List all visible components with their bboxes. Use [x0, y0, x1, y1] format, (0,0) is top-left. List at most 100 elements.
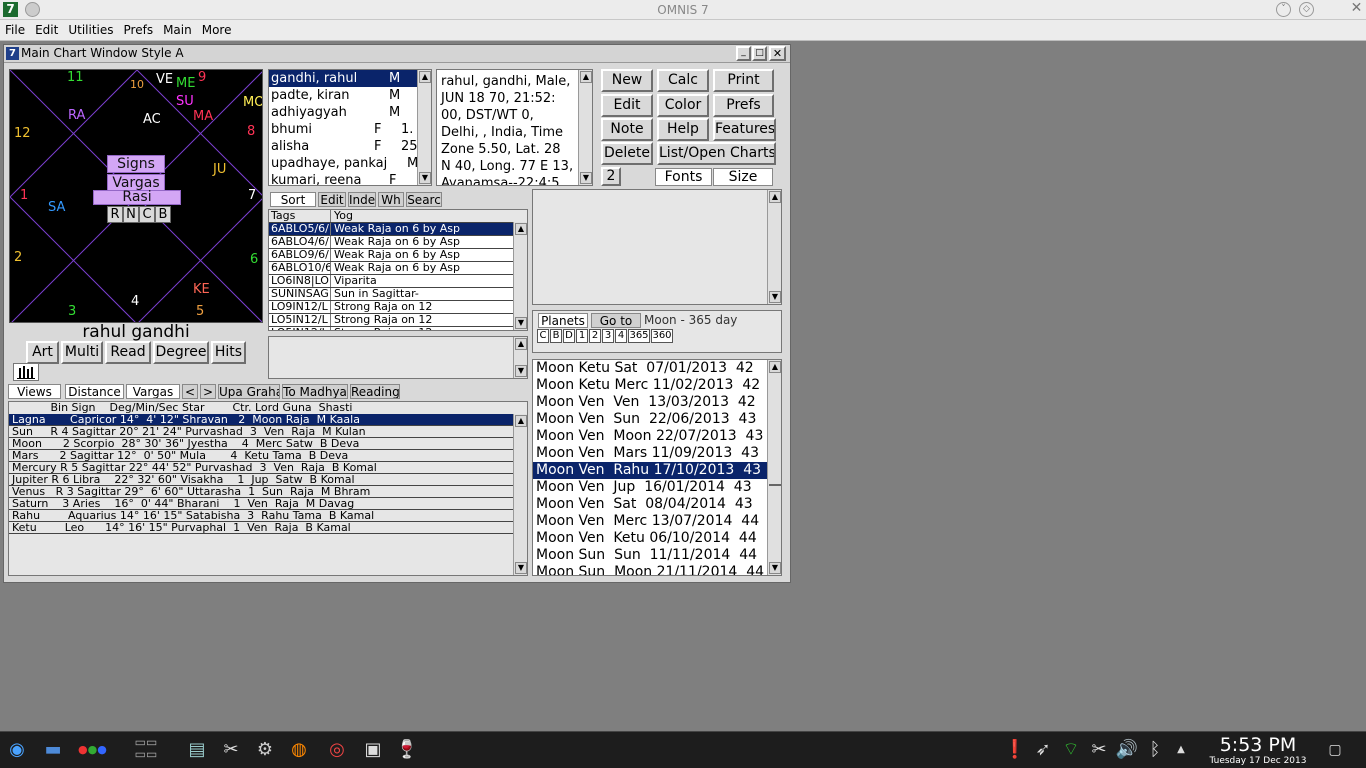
- planet-row[interactable]: Moon 2 Scorpio 28° 30' 36" Jyestha 4 Mer…: [9, 438, 513, 450]
- chart-c-button[interactable]: C: [139, 206, 155, 223]
- signs-button[interactable]: Signs: [107, 155, 165, 173]
- yoga-row[interactable]: 6ABLO4/6/Weak Raja on 6 by Asp: [269, 236, 513, 249]
- yoga-row[interactable]: LO5IN12/LStrong Raja on 12: [269, 327, 513, 330]
- yoga-row[interactable]: SUNINSAG Sun in Sagittar-: [269, 288, 513, 301]
- dasha-d-button[interactable]: D: [563, 329, 575, 343]
- rasi-chart[interactable]: 11 10 9 12 8 1 7 2 6 3 4 5 VE ME SU MA M…: [9, 69, 263, 323]
- details-scrollbar[interactable]: ▲ ▼: [578, 70, 592, 185]
- size-button[interactable]: Size: [713, 168, 773, 186]
- dasha-scrollbar[interactable]: ▲ ▼: [767, 360, 781, 575]
- edit-button[interactable]: Edit: [601, 94, 653, 117]
- to-madhya-tab[interactable]: To Madhya: [282, 384, 348, 399]
- dasha-row[interactable]: Moon Ven Sun 22/06/2013 43: [533, 411, 767, 428]
- menu-file[interactable]: File: [0, 20, 30, 37]
- firefox-icon[interactable]: ◍: [286, 736, 312, 764]
- page-two-button[interactable]: 2: [601, 167, 621, 186]
- chrome-icon[interactable]: ◎: [324, 736, 350, 764]
- volume-icon[interactable]: 🔊: [1114, 736, 1140, 764]
- planet-row[interactable]: Rahu Aquarius 14° 16' 15" Satabisha 3 Ra…: [9, 510, 513, 522]
- person-row[interactable]: bhumi F 1.: [269, 121, 431, 138]
- dasha-row[interactable]: Moon Ketu Sat 07/01/2013 42: [533, 360, 767, 377]
- yoga-row[interactable]: LO6IN8|LO Viparita: [269, 275, 513, 288]
- dasha-360-button[interactable]: 360: [651, 329, 673, 343]
- lock-icon[interactable]: ▢: [1322, 736, 1348, 764]
- menu-edit[interactable]: Edit: [30, 20, 63, 37]
- dasha-365-button[interactable]: 365: [628, 329, 650, 343]
- read-button[interactable]: Read: [105, 341, 151, 364]
- desktop-icon[interactable]: ▬: [40, 736, 66, 764]
- chart-r-button[interactable]: R: [107, 206, 123, 223]
- go-to-tab[interactable]: Go to: [591, 313, 641, 328]
- yoga-index-tab[interactable]: Inde: [348, 192, 376, 207]
- new-button[interactable]: New: [601, 69, 653, 92]
- color-button[interactable]: Color: [657, 94, 709, 117]
- next-button[interactable]: >: [200, 384, 216, 399]
- activities-icon[interactable]: ●●●: [78, 736, 107, 764]
- features-button[interactable]: Features: [713, 118, 776, 141]
- person-row[interactable]: adhiyagyah M: [269, 104, 431, 121]
- rasi-button[interactable]: Rasi: [93, 190, 181, 205]
- yoga-search-tab[interactable]: Searc: [406, 192, 442, 207]
- dasha-row[interactable]: Moon Ven Jup 16/01/2014 43: [533, 479, 767, 496]
- wifi-icon[interactable]: ⌔: [1058, 736, 1084, 764]
- yoga-notes-panel[interactable]: ▲ ▼: [268, 336, 528, 379]
- planet-row[interactable]: Jupiter R 6 Libra 22° 32' 60" Visakha 1 …: [9, 474, 513, 486]
- settings-icon[interactable]: ⚙: [252, 736, 278, 764]
- dasha-row[interactable]: Moon Sun Moon 21/11/2014 44: [533, 564, 767, 575]
- info-scrollbar[interactable]: ▲ ▼: [767, 190, 781, 304]
- multi-button[interactable]: Multi: [61, 341, 103, 364]
- minimize-icon[interactable]: ˅: [1276, 2, 1291, 17]
- info-panel[interactable]: ▲ ▼: [532, 189, 782, 305]
- planet-scrollbar[interactable]: ▲ ▼: [513, 414, 527, 575]
- dasha-scroll-thumb[interactable]: [769, 484, 781, 486]
- help-button[interactable]: Help: [657, 118, 709, 141]
- dasha-row[interactable]: Moon Ven Rahu 17/10/2013 43: [533, 462, 767, 479]
- dasha-c-button[interactable]: C: [537, 329, 549, 343]
- fonts-button[interactable]: Fonts: [655, 168, 712, 186]
- dasha-row[interactable]: Moon Ketu Merc 11/02/2013 42: [533, 377, 767, 394]
- dasha-3-button[interactable]: 3: [602, 329, 614, 343]
- planet-row[interactable]: Venus R 3 Sagittar 29° 6' 60" Uttarasha …: [9, 486, 513, 498]
- delete-button[interactable]: Delete: [601, 142, 653, 165]
- hits-button[interactable]: Hits: [211, 341, 246, 364]
- person-row[interactable]: padte, kiran M: [269, 87, 431, 104]
- tools-icon[interactable]: ✂: [218, 736, 244, 764]
- tray-expand-icon[interactable]: ▲: [1168, 736, 1194, 764]
- prefs-button[interactable]: Prefs: [713, 94, 774, 117]
- yoga-edit-tab[interactable]: Edit: [318, 192, 346, 207]
- person-row[interactable]: gandhi, rahul M: [269, 70, 431, 87]
- yoga-row[interactable]: 6ABLO9/6/Weak Raja on 6 by Asp: [269, 249, 513, 262]
- planet-table[interactable]: Bin Sign Deg/Min/Sec Star Ctr. Lord Guna…: [8, 401, 528, 576]
- chart-details-panel[interactable]: rahul, gandhi, Male, JUN 18 70, 21:52: 0…: [436, 69, 593, 186]
- menu-utilities[interactable]: Utilities: [63, 20, 118, 37]
- dasha-4-button[interactable]: 4: [615, 329, 627, 343]
- vargas-tab[interactable]: Vargas: [126, 384, 180, 399]
- menu-main[interactable]: Main: [158, 20, 197, 37]
- menu-prefs[interactable]: Prefs: [119, 20, 159, 37]
- window-close-button[interactable]: ✕: [769, 46, 786, 61]
- dasha-1-button[interactable]: 1: [576, 329, 588, 343]
- yoga-row[interactable]: LO5IN12/LStrong Raja on 12: [269, 314, 513, 327]
- dasha-row[interactable]: Moon Sun Sun 11/11/2014 44: [533, 547, 767, 564]
- clipboard-icon[interactable]: ✂: [1086, 736, 1112, 764]
- person-row[interactable]: kumari, reena F: [269, 172, 431, 185]
- people-list[interactable]: gandhi, rahul Mpadte, kiran Madhiyagyah Mbh…: [268, 69, 432, 186]
- calc-button[interactable]: Calc: [657, 69, 709, 92]
- person-row[interactable]: upadhaye, pankaj M: [269, 155, 431, 172]
- close-icon[interactable]: ✕: [1349, 1, 1364, 16]
- degree-button[interactable]: Degree: [153, 341, 209, 364]
- yoga-sort-tab[interactable]: Sort: [270, 192, 316, 207]
- distance-tab[interactable]: Distance: [65, 384, 124, 399]
- chart-n-button[interactable]: N: [123, 206, 139, 223]
- clock-time[interactable]: 5:53 PM: [1196, 734, 1320, 756]
- alert-icon[interactable]: ❗: [1002, 736, 1028, 764]
- previous-button[interactable]: <: [182, 384, 198, 399]
- dasha-row[interactable]: Moon Ven Mars 11/09/2013 43: [533, 445, 767, 462]
- views-tab[interactable]: Views: [8, 384, 61, 399]
- yoga-row[interactable]: 6ABLO5/6/Weak Raja on 6 by Asp: [269, 223, 513, 236]
- dasha-2-button[interactable]: 2: [589, 329, 601, 343]
- terminal-icon[interactable]: ▣: [360, 736, 386, 764]
- wine-icon[interactable]: 🍷: [394, 736, 420, 764]
- chart-b-button[interactable]: B: [155, 206, 171, 223]
- dasha-row[interactable]: Moon Ven Ketu 06/10/2014 44: [533, 530, 767, 547]
